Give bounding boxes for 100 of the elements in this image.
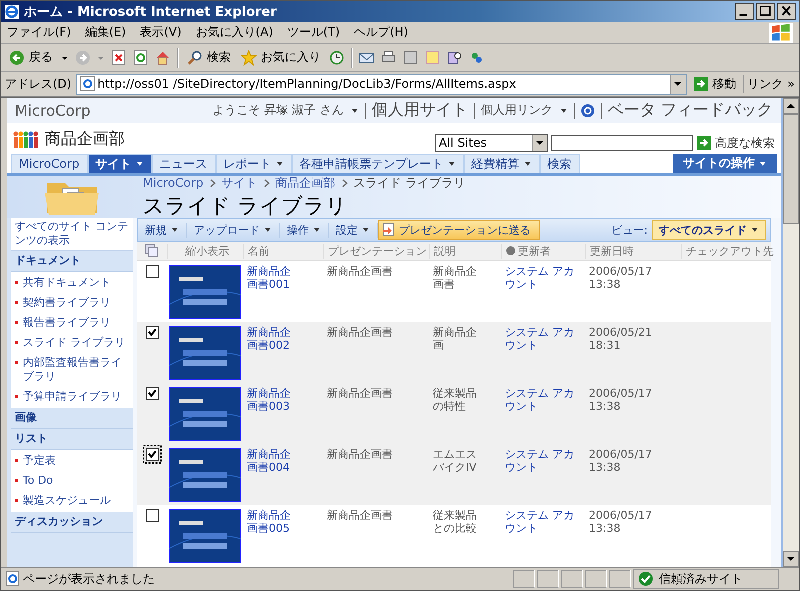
slide-thumbnail[interactable] <box>169 265 241 319</box>
toolbar-menu[interactable]: 操作 <box>280 222 329 238</box>
search-button[interactable]: 検索 <box>185 48 233 67</box>
site-actions-menu[interactable]: サイトの操作 <box>673 154 777 173</box>
welcome-menu[interactable]: ようこそ 昇塚 淑子 さん <box>212 102 359 119</box>
nav-tab[interactable]: 検索 <box>540 154 580 173</box>
user-link[interactable]: システム アカウント <box>501 265 585 291</box>
scrollbar-thumb[interactable] <box>783 114 799 224</box>
menu-item[interactable]: お気に入り(A) <box>196 24 274 41</box>
nav-tab[interactable]: 各種申請帳票テンプレート <box>292 154 464 173</box>
history-icon[interactable] <box>329 50 345 66</box>
dropdown-button[interactable] <box>670 74 686 94</box>
sidebar-item[interactable]: 報告書ライブラリ <box>23 316 111 330</box>
table-cell-text: 新商品企画書 <box>432 265 478 291</box>
search-go-icon[interactable] <box>696 135 712 151</box>
help-icon[interactable] <box>580 104 595 118</box>
back-button[interactable]: 戻る <box>7 48 55 67</box>
chevron-icon <box>342 178 348 188</box>
sidebar-item[interactable]: 内部監査報告書ライブラリ <box>23 356 131 384</box>
column-header[interactable]: チェックアウト先 <box>681 244 777 258</box>
up-arrow-icon <box>787 103 795 109</box>
column-header[interactable]: 名前 <box>243 244 323 258</box>
view-all-content-link[interactable]: すべてのサイト コンテンツの表示 <box>11 218 133 251</box>
close-icon[interactable] <box>777 3 796 20</box>
send-to-presentation-button[interactable]: プレゼンテーションに送る <box>378 220 540 240</box>
column-header[interactable]: 説明 <box>429 244 501 258</box>
sidebar-item[interactable]: 契約書ライブラリ <box>23 296 111 310</box>
search-field[interactable] <box>551 135 693 151</box>
maximize-icon[interactable] <box>756 3 775 20</box>
column-header[interactable]: プレゼンテーション <box>323 244 429 258</box>
sidebar-item[interactable]: 共有ドキュメント <box>23 276 111 290</box>
user-link[interactable]: システム アカウント <box>501 387 585 413</box>
table-cell-text: 2006/05/21 18:31 <box>588 326 654 352</box>
nav-tab[interactable]: 経費精算 <box>464 154 540 173</box>
sidebar-item[interactable]: スライド ライブラリ <box>23 336 126 350</box>
bullet-icon <box>15 341 18 344</box>
caret-icon <box>362 227 370 233</box>
dot-icon <box>506 246 516 256</box>
go-button[interactable]: 移動 <box>690 74 739 94</box>
checkbox[interactable] <box>142 445 162 464</box>
stop-icon[interactable] <box>111 50 127 66</box>
menu-item[interactable]: ファイル(F) <box>7 24 72 41</box>
more-chevron[interactable]: » <box>788 77 795 91</box>
caret-icon <box>264 227 272 233</box>
advanced-search-link[interactable]: 高度な検索 <box>715 134 775 152</box>
sidebar-item[interactable]: 製造スケジュール <box>23 494 111 508</box>
sidebar-item[interactable]: 予算申請ライブラリ <box>23 390 122 404</box>
select-all-icon[interactable] <box>145 244 159 258</box>
user-link[interactable]: システム アカウント <box>501 326 585 352</box>
slide-thumbnail[interactable] <box>169 387 241 441</box>
nav-tab[interactable]: MicroCorp <box>11 154 88 173</box>
breadcrumb-link[interactable]: サイト <box>222 174 258 192</box>
chevron-icon <box>210 178 216 188</box>
column-header[interactable]: 更新者 <box>501 244 585 258</box>
site-title[interactable]: 商品企画部 <box>45 128 125 150</box>
home-icon[interactable] <box>155 50 171 66</box>
document-link[interactable]: 新商品企画書001 <box>243 265 323 291</box>
refresh-icon[interactable] <box>133 50 149 66</box>
nav-tab[interactable]: ニュース <box>152 154 216 173</box>
minimize-icon[interactable] <box>735 3 754 20</box>
research-icon[interactable] <box>447 50 463 66</box>
view-dropdown[interactable]: すべてのスライド <box>652 220 766 240</box>
toolbar-menu[interactable]: 新規 <box>138 222 187 238</box>
my-links-menu[interactable]: 個人用リンク <box>480 102 568 119</box>
bullet-icon <box>15 281 18 284</box>
breadcrumb-link[interactable]: 商品企画部 <box>276 174 336 192</box>
menu-item[interactable]: ツール(T) <box>287 24 340 41</box>
toolbar-menu[interactable]: アップロード <box>187 222 280 238</box>
document-link[interactable]: 新商品企画書002 <box>243 326 323 352</box>
nav-tab[interactable]: サイト <box>88 154 152 173</box>
slide-thumbnail[interactable] <box>169 326 241 380</box>
magnifier-icon <box>187 50 203 66</box>
slide-thumbnail[interactable] <box>169 509 241 563</box>
my-site-link[interactable]: 個人用サイト <box>372 100 468 121</box>
status-pane <box>561 570 583 588</box>
menu-item[interactable]: 編集(E) <box>85 24 126 41</box>
column-header[interactable]: 縮小表示 <box>167 244 243 258</box>
printer-icon[interactable] <box>381 50 397 66</box>
column-header[interactable]: 更新日時 <box>585 244 681 258</box>
document-link[interactable]: 新商品企画書003 <box>243 387 323 413</box>
sidebar-item[interactable]: 予定表 <box>23 454 56 468</box>
menu-item[interactable]: ヘルプ(H) <box>354 24 408 41</box>
user-link[interactable]: システム アカウント <box>501 448 585 474</box>
favorites-button[interactable]: お気に入り <box>239 48 323 67</box>
document-link[interactable]: 新商品企画書005 <box>243 509 323 535</box>
scroll-up-button[interactable] <box>783 98 799 114</box>
people-logo-icon <box>13 129 39 149</box>
flag-logo-icon <box>769 22 793 42</box>
breadcrumb-link[interactable]: MicroCorp <box>143 176 204 190</box>
page-icon[interactable] <box>403 50 419 66</box>
feedback-link[interactable]: ベータ フィードバック <box>608 100 773 121</box>
slide-thumbnail[interactable] <box>169 448 241 502</box>
menu-item[interactable]: 表示(V) <box>140 24 182 41</box>
sidebar-item[interactable]: To Do <box>23 474 54 488</box>
search-scope-dropdown[interactable]: All Sites <box>435 134 548 152</box>
document-link[interactable]: 新商品企画書004 <box>243 448 323 474</box>
nav-tab[interactable]: レポート <box>216 154 292 173</box>
user-link[interactable]: システム アカウント <box>501 509 585 535</box>
links-label[interactable]: リンク <box>748 76 784 92</box>
scroll-down-button[interactable] <box>783 551 799 567</box>
